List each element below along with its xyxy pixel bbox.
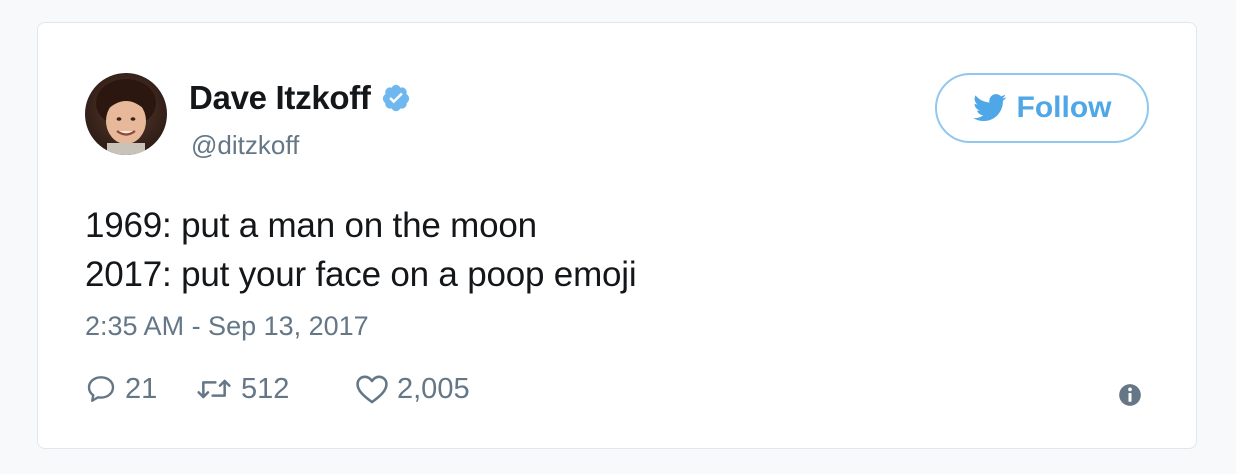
tweet-card: Dave Itzkoff @ditzkoff Follow 1969: put … [37,22,1197,449]
like-count: 2,005 [397,372,470,405]
tweet-line: 1969: put a man on the moon [85,206,537,245]
avatar-image [85,73,167,155]
avatar[interactable] [85,73,167,155]
reply-icon [87,376,115,402]
follow-button[interactable]: Follow [935,73,1149,143]
author-row: Dave Itzkoff [189,81,411,114]
tweet-timestamp[interactable]: 2:35 AM - Sep 13, 2017 [85,313,369,340]
tweet-actions: 21 512 2,005 [85,373,515,405]
page: Dave Itzkoff @ditzkoff Follow 1969: put … [0,0,1236,474]
author-name[interactable]: Dave Itzkoff [189,81,371,114]
heart-icon [356,375,388,404]
author-handle[interactable]: @ditzkoff [191,132,299,158]
follow-label: Follow [1016,91,1112,124]
retweet-button[interactable]: 512 [195,373,355,405]
info-icon[interactable] [1117,382,1143,408]
tweet-text: 1969: put a man on the moon 2017: put yo… [85,201,637,299]
retweet-count: 512 [241,372,290,405]
like-button[interactable]: 2,005 [355,373,515,405]
retweet-icon [197,379,231,399]
tweet-line: 2017: put your face on a poop emoji [85,255,637,294]
verified-badge-icon [381,83,411,113]
reply-count: 21 [125,372,158,405]
twitter-bird-icon [972,94,1007,122]
reply-button[interactable]: 21 [85,373,195,405]
